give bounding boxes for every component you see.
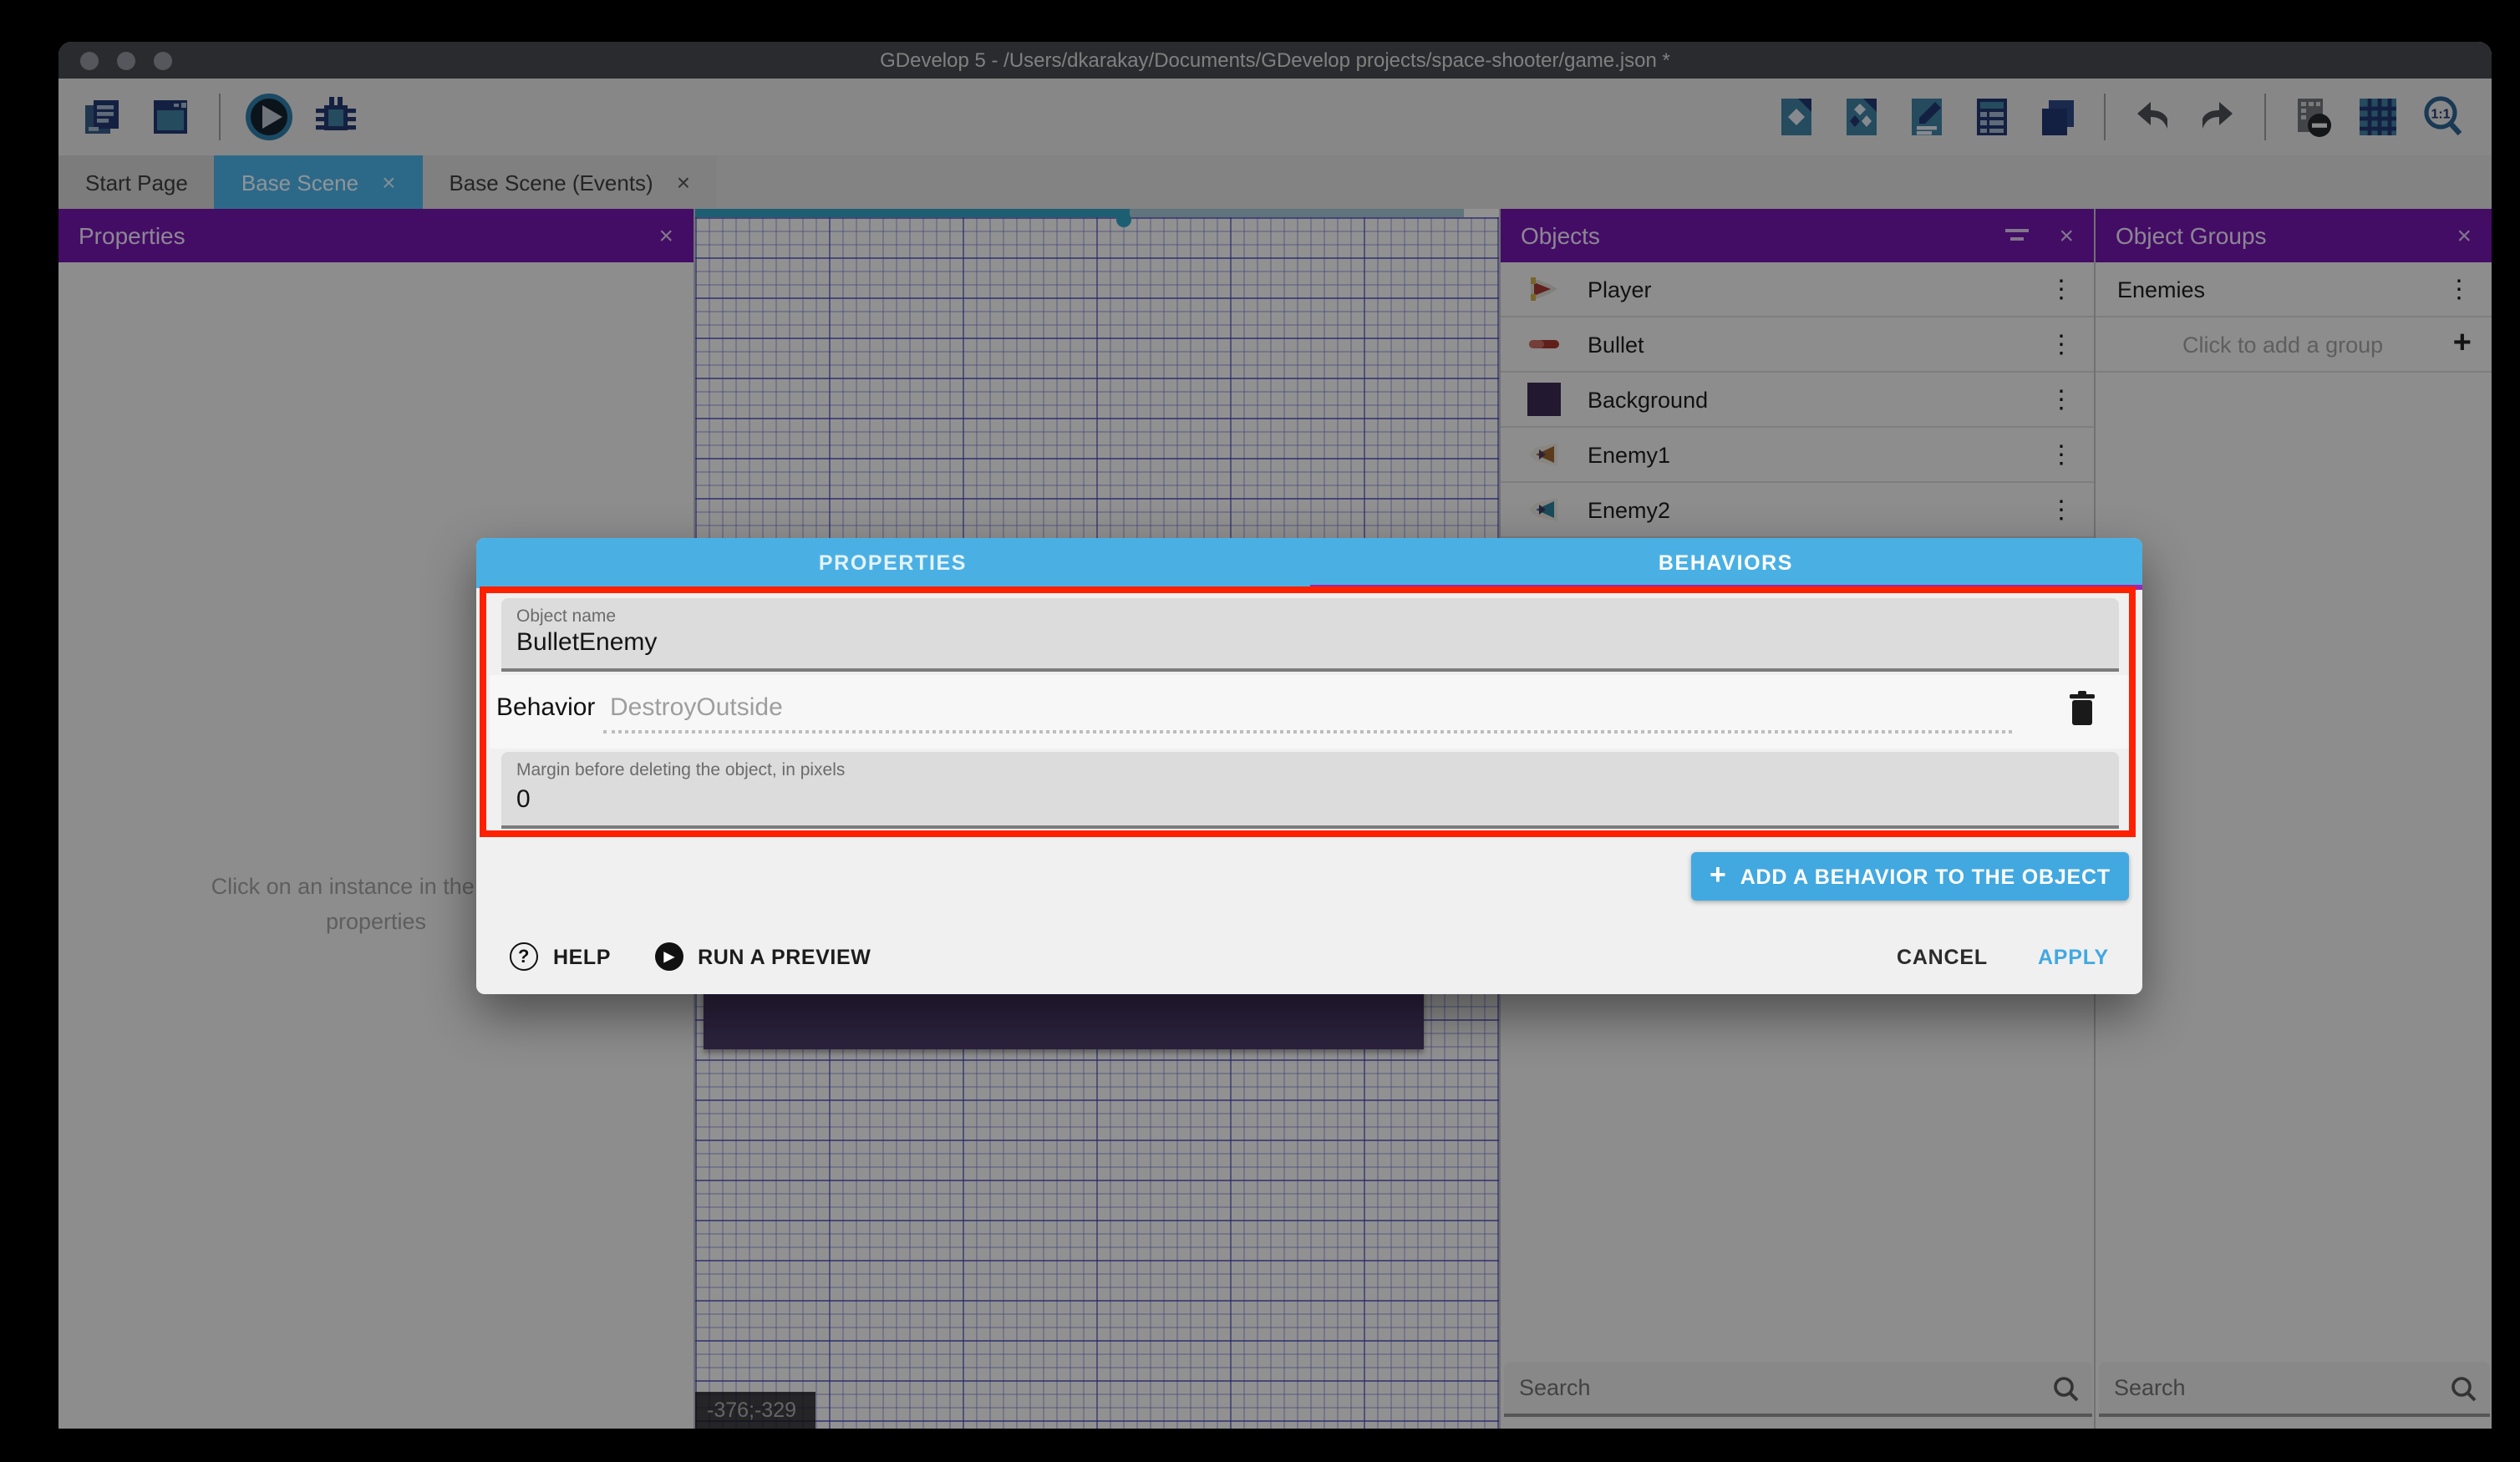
margin-label: Margin before deleting the object, in pi… [516,760,845,780]
object-editor-dialog: PROPERTIES BEHAVIORS Object name BulletE… [476,538,2142,994]
screenshot-root: GDevelop 5 - /Users/dkarakay/Documents/G… [0,0,2520,1462]
plus-icon: + [1710,859,1727,892]
behavior-name-value[interactable]: DestroyOutside [610,693,783,722]
run-preview-button[interactable]: ▶ RUN A PREVIEW [654,942,871,971]
dialog-tab-behaviors[interactable]: BEHAVIORS [1309,538,2142,588]
object-name-field[interactable]: Object name BulletEnemy [501,598,2119,672]
apply-button[interactable]: APPLY [2038,945,2109,968]
margin-field[interactable]: Margin before deleting the object, in pi… [501,752,2119,829]
dialog-footer: ? HELP ▶ RUN A PREVIEW CANCEL APPLY [476,919,2142,994]
screen: GDevelop 5 - /Users/dkarakay/Documents/G… [0,0,2520,1462]
add-behavior-button[interactable]: + ADD A BEHAVIOR TO THE OBJECT [1691,852,2129,901]
behavior-underline [603,730,2012,734]
help-icon: ? [510,942,538,971]
dialog-tab-bar: PROPERTIES BEHAVIORS [476,538,2142,588]
play-icon: ▶ [654,942,683,971]
object-name-value: BulletEnemy [516,628,657,657]
object-name-label: Object name [516,607,616,627]
margin-value: 0 [516,785,531,814]
behavior-row: Behavior DestroyOutside [490,675,2129,749]
active-tab-indicator [1310,585,2142,590]
help-button[interactable]: ? HELP [510,942,611,971]
dialog-tab-properties[interactable]: PROPERTIES [476,538,1309,588]
screen-bottom-margin [0,1429,2520,1462]
delete-behavior-icon[interactable] [2065,688,2099,737]
cancel-button[interactable]: CANCEL [1897,945,1988,968]
